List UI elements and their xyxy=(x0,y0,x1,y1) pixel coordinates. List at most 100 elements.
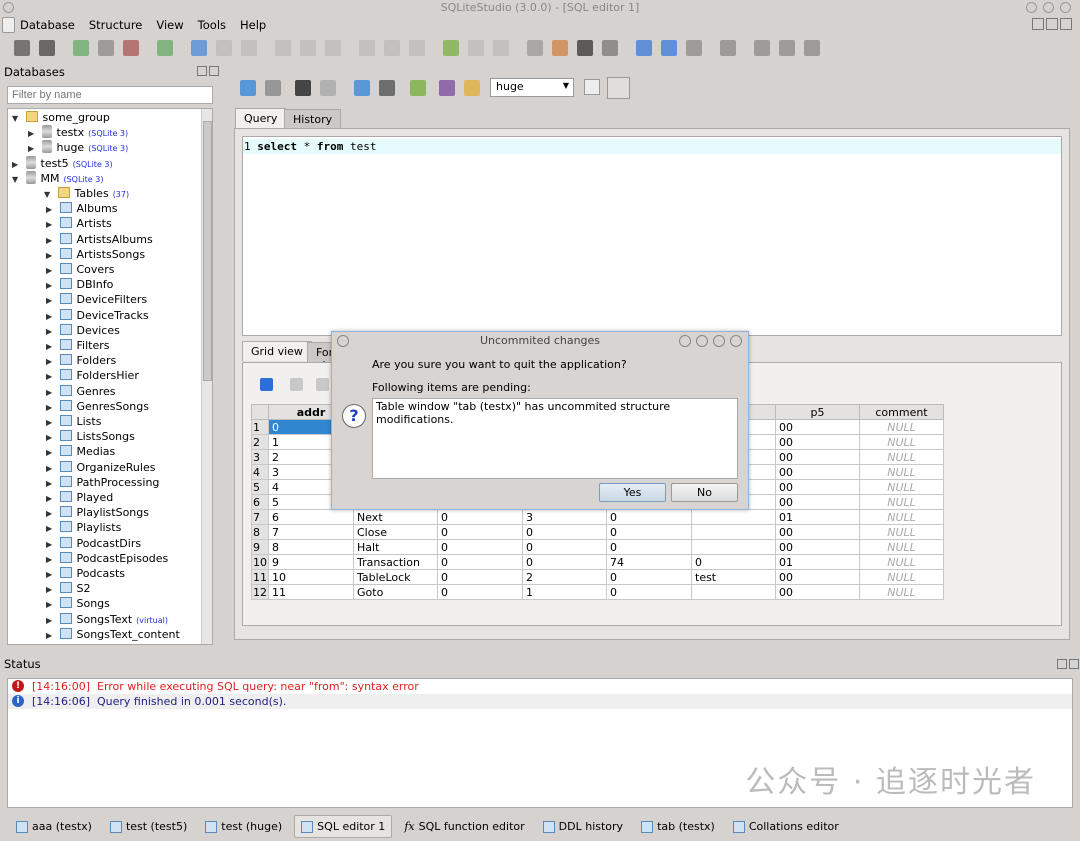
grid-cell[interactable]: 7 xyxy=(268,524,354,540)
grid-cell[interactable]: Close xyxy=(353,524,438,540)
expand-arrow-icon[interactable]: ▶ xyxy=(46,582,56,597)
close-button[interactable] xyxy=(730,335,742,347)
mdi-minimize-button[interactable] xyxy=(1032,18,1044,30)
sql-editor[interactable]: 1 select * from test xyxy=(242,136,1062,336)
disconnect-icon[interactable] xyxy=(39,40,55,56)
visual-query-icon[interactable] xyxy=(354,80,370,96)
delete-table-icon[interactable] xyxy=(241,40,257,56)
expand-arrow-icon[interactable]: ▶ xyxy=(46,628,56,643)
grid-cell[interactable]: 0 xyxy=(606,539,692,555)
row-number[interactable]: 12 xyxy=(251,584,269,600)
open-sql-icon[interactable] xyxy=(464,80,480,96)
row-number[interactable]: 3 xyxy=(251,449,269,465)
tree-item-table[interactable]: ▶ Folders xyxy=(46,353,116,368)
ddl-history-icon[interactable] xyxy=(552,40,568,56)
minimize-button[interactable] xyxy=(1026,2,1037,13)
expand-arrow-icon[interactable]: ▶ xyxy=(46,491,56,506)
grid-cell[interactable]: 0 xyxy=(522,539,607,555)
grid-cell[interactable]: NULL xyxy=(859,509,944,525)
cascade-windows-icon[interactable] xyxy=(804,40,820,56)
grid-cell[interactable]: 00 xyxy=(775,434,860,450)
delete-view-icon[interactable] xyxy=(493,40,509,56)
create-trigger-icon[interactable] xyxy=(359,40,375,56)
expand-arrow-icon[interactable]: ▶ xyxy=(46,521,56,536)
grid-cell[interactable]: 8 xyxy=(268,539,354,555)
function-editor-icon[interactable] xyxy=(577,40,593,56)
expand-arrow-icon[interactable]: ▶ xyxy=(46,597,56,612)
pending-item[interactable]: Table window "tab (testx)" has uncommite… xyxy=(376,400,734,426)
close-button[interactable] xyxy=(1060,2,1071,13)
grid-cell[interactable]: NULL xyxy=(859,539,944,555)
grid-cell[interactable]: 01 xyxy=(775,509,860,525)
grid-cell[interactable]: 00 xyxy=(775,449,860,465)
menu-view[interactable]: View xyxy=(156,18,183,32)
grid-cell[interactable]: 00 xyxy=(775,524,860,540)
task-tab-testx-[interactable]: tab (testx) xyxy=(635,815,721,838)
tree-item-mm[interactable]: ▼ MM (SQLite 3) xyxy=(12,170,103,187)
row-number[interactable]: 9 xyxy=(251,539,269,555)
grid-cell[interactable]: 00 xyxy=(775,494,860,510)
grid-cell[interactable]: Next xyxy=(353,509,438,525)
grid-cell[interactable]: 00 xyxy=(775,464,860,480)
minimize-button[interactable] xyxy=(696,335,708,347)
grid-cell[interactable]: 01 xyxy=(775,554,860,570)
expand-arrow-icon[interactable]: ▶ xyxy=(46,263,56,278)
expand-arrow-icon[interactable]: ▶ xyxy=(46,415,56,430)
expand-arrow-icon[interactable]: ▶ xyxy=(46,248,56,263)
window-menu-icon[interactable] xyxy=(3,2,14,13)
row-number[interactable]: 11 xyxy=(251,569,269,585)
expand-arrow-icon[interactable]: ▶ xyxy=(46,278,56,293)
table-row[interactable]: 7 6 Next 0 3 0 01 NULL xyxy=(251,509,944,525)
grid-cell[interactable] xyxy=(691,509,776,525)
tree-item-table[interactable]: ▶ Medias xyxy=(46,444,115,459)
expand-arrow-icon[interactable]: ▶ xyxy=(46,202,56,217)
menu-structure[interactable]: Structure xyxy=(89,18,143,32)
expand-arrow-icon[interactable]: ▶ xyxy=(46,385,56,400)
row-number[interactable]: 7 xyxy=(251,509,269,525)
collations-editor-icon[interactable] xyxy=(602,40,618,56)
edit-trigger-icon[interactable] xyxy=(384,40,400,56)
grid-cell[interactable]: NULL xyxy=(859,554,944,570)
grid-cell[interactable]: NULL xyxy=(859,479,944,495)
maximize-button[interactable] xyxy=(713,335,725,347)
delete-database-icon[interactable] xyxy=(123,40,139,56)
grid-cell[interactable]: TableLock xyxy=(353,569,438,585)
grid-cell[interactable]: 9 xyxy=(268,554,354,570)
grid-cell[interactable]: NULL xyxy=(859,434,944,450)
expand-arrow-icon[interactable]: ▶ xyxy=(46,293,56,308)
tree-item-table[interactable]: ▶ Songs xyxy=(46,596,110,611)
grid-cell[interactable]: 0 xyxy=(437,509,523,525)
commit-icon[interactable] xyxy=(290,378,303,391)
tree-item-table[interactable]: ▶ S2 xyxy=(46,581,90,596)
tree-item-table[interactable]: ▶ Albums xyxy=(46,201,117,216)
save-sql-icon[interactable] xyxy=(439,80,455,96)
tree-item-table[interactable]: ▶ DeviceFilters xyxy=(46,292,147,307)
rollback-icon[interactable] xyxy=(316,378,329,391)
expand-arrow-icon[interactable]: ▶ xyxy=(46,552,56,567)
grid-cell[interactable]: NULL xyxy=(859,464,944,480)
grid-cell[interactable]: 0 xyxy=(606,509,692,525)
tree-item-table[interactable]: ▶ PathProcessing xyxy=(46,475,159,490)
row-number[interactable]: 4 xyxy=(251,464,269,480)
yes-button[interactable]: Yes xyxy=(599,483,666,502)
tab-history[interactable]: History xyxy=(284,109,342,129)
expand-arrow-icon[interactable]: ▶ xyxy=(12,157,22,172)
tree-item-table[interactable]: ▶ Lists xyxy=(46,414,101,429)
grid-cell[interactable]: 0 xyxy=(437,554,523,570)
tree-item-table[interactable]: ▶ DeviceTracks xyxy=(46,308,149,323)
expand-arrow-icon[interactable]: ▼ xyxy=(12,172,22,187)
pending-items-list[interactable]: Table window "tab (testx)" has uncommite… xyxy=(372,398,738,479)
expand-arrow-icon[interactable]: ▶ xyxy=(46,309,56,324)
grid-cell[interactable]: NULL xyxy=(859,419,944,435)
grid-cell[interactable]: 0 xyxy=(437,524,523,540)
grid-cell[interactable]: 0 xyxy=(691,554,776,570)
table-row[interactable]: 9 8 Halt 0 0 0 00 NULL xyxy=(251,539,944,555)
expand-arrow-icon[interactable]: ▶ xyxy=(46,233,56,248)
mdi-close-button[interactable] xyxy=(1060,18,1072,30)
panel-float-button[interactable] xyxy=(1057,659,1067,669)
tree-item-table[interactable]: ▶ Devices xyxy=(46,323,120,338)
tree-item-table[interactable]: ▶ FoldersHier xyxy=(46,368,139,383)
grid-cell[interactable]: 11 xyxy=(268,584,354,600)
grid-cell[interactable]: 00 xyxy=(775,419,860,435)
grid-cell[interactable]: 0 xyxy=(606,584,692,600)
